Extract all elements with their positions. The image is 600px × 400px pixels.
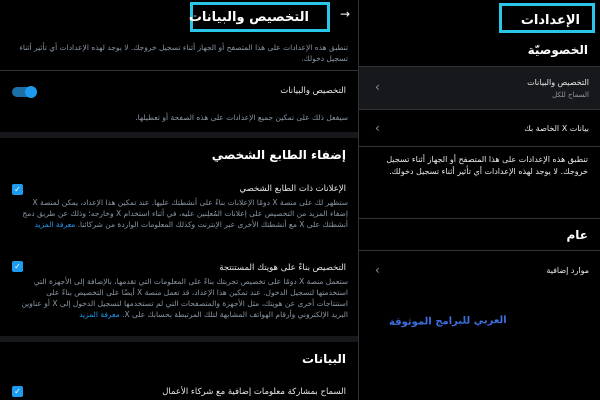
chevron-left-icon: ‹ bbox=[375, 121, 380, 135]
business-sharing-checkbox[interactable]: ✓ bbox=[12, 386, 23, 397]
settings-title-highlight: الإعدادات bbox=[499, 3, 595, 33]
detail-panel: التخصيص والبيانات → تنطبق هذه الإعدادات … bbox=[0, 0, 358, 400]
watermark-logo: العربي للبرامج الموثوقة bbox=[388, 314, 507, 329]
detail-title: التخصيص والبيانات bbox=[188, 10, 309, 25]
settings-item-label: بيانات X الخاصة بك bbox=[524, 124, 589, 133]
detail-header: التخصيص والبيانات → bbox=[0, 0, 358, 34]
settings-title: الإعدادات bbox=[520, 13, 580, 28]
personalized-ads-desc: ستظهر لك على منصة X دومًا الإعلانات بناء… bbox=[13, 197, 348, 230]
master-toggle-desc: سيفعل ذلك على تمكين جميع الإعدادات على ه… bbox=[135, 113, 348, 122]
detail-intro: تنطبق هذه الإعدادات على هذا المتصفح أو ا… bbox=[19, 43, 348, 63]
master-toggle-label: التخصيص والبيانات bbox=[280, 86, 346, 96]
personalized-ads-checkbox[interactable]: ✓ bbox=[12, 184, 23, 195]
section-separator bbox=[0, 336, 358, 342]
master-toggle[interactable] bbox=[12, 86, 37, 98]
personalized-ads-learn-more-link[interactable]: معرفة المزيد bbox=[35, 220, 76, 229]
chevron-left-icon: ‹ bbox=[375, 263, 380, 277]
inferred-identity-learn-more-link[interactable]: معرفة المزيد bbox=[79, 310, 120, 319]
divider bbox=[359, 218, 600, 219]
settings-item-additional-resources[interactable]: موارد إضافية ‹ bbox=[359, 251, 600, 291]
settings-item-label: التخصيص والبيانات bbox=[527, 78, 589, 87]
toggle-knob bbox=[25, 86, 37, 98]
inferred-identity-checkbox[interactable]: ✓ bbox=[12, 261, 23, 272]
back-arrow-icon[interactable]: → bbox=[337, 6, 353, 22]
divider bbox=[359, 146, 600, 147]
inferred-identity-label: التخصيص بناءً على هويتك المستنتجة bbox=[219, 263, 346, 273]
general-section-title: عام bbox=[566, 228, 589, 242]
personalization-section-title: إضفاء الطابع الشخصي bbox=[211, 148, 346, 162]
privacy-section-title: الخصوصيّة bbox=[527, 43, 588, 57]
inferred-identity-desc: ستعمل منصة X دومًا على تخصيص تجربتك بناء… bbox=[13, 276, 348, 320]
personalized-ads-label: الإعلانات ذات الطابع الشخصي bbox=[239, 184, 346, 194]
business-sharing-label: السماح بمشاركة معلومات إضافية مع شركاء ا… bbox=[162, 387, 346, 397]
chevron-left-icon: ‹ bbox=[375, 80, 380, 94]
detail-title-highlight: التخصيص والبيانات bbox=[188, 2, 330, 32]
settings-item-sublabel: السماح للكل bbox=[552, 91, 589, 99]
divider bbox=[0, 70, 358, 71]
settings-panel: الإعدادات الخصوصيّة التخصيص والبيانات ال… bbox=[358, 0, 600, 400]
settings-item-label: موارد إضافية bbox=[546, 266, 589, 275]
settings-item-your-x-data[interactable]: بيانات X الخاصة بك ‹ bbox=[359, 110, 600, 146]
section-separator bbox=[0, 132, 358, 138]
data-section-title: البيانات bbox=[302, 352, 346, 366]
settings-description: تنطبق هذه الإعدادات على هذا المتصفح أو ا… bbox=[386, 155, 588, 176]
settings-item-personalization[interactable]: التخصيص والبيانات السماح للكل ‹ bbox=[359, 67, 600, 109]
inferred-identity-desc-text: ستعمل منصة X دومًا على تخصيص تجربتك بناء… bbox=[21, 277, 348, 319]
